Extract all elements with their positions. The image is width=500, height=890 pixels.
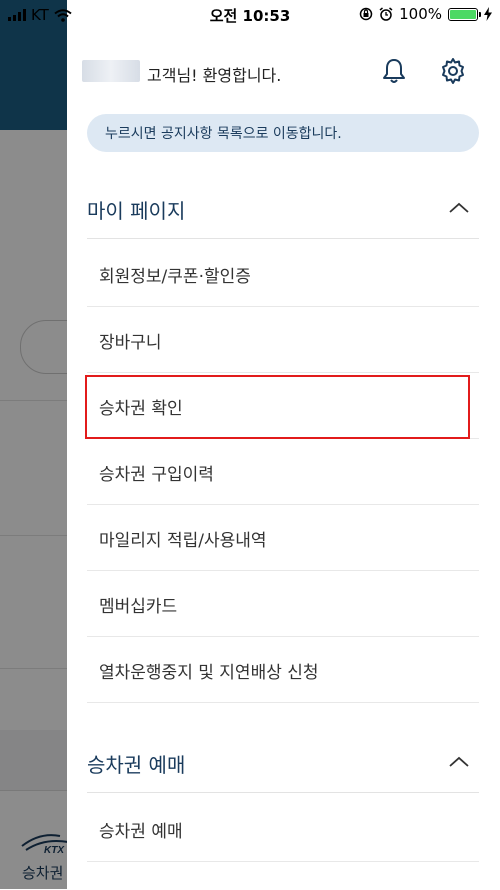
- menu-item-delay-compensation[interactable]: 열차운행중지 및 지연배상 신청: [87, 637, 479, 703]
- menu-item-label: 승차권 예매: [99, 822, 183, 842]
- settings-button[interactable]: [436, 54, 470, 88]
- menu-item-ticket-booking[interactable]: 승차권 예매: [87, 796, 479, 862]
- highlight-box: [85, 375, 470, 439]
- alarm-icon: [379, 7, 393, 21]
- welcome-text: 고객님! 환영합니다.: [147, 66, 282, 85]
- notice-banner[interactable]: 누르시면 공지사항 목록으로 이동합니다.: [87, 114, 479, 152]
- drawer-header: 고객님! 환영합니다.: [67, 38, 500, 98]
- chevron-up-icon: [449, 756, 469, 767]
- section-title: 승차권 예매: [87, 753, 186, 777]
- user-name-blurred: [82, 60, 140, 82]
- menu-item-membership-card[interactable]: 멤버십카드: [87, 571, 479, 637]
- notification-button[interactable]: [377, 54, 411, 88]
- menu-item-label: 멤버십카드: [99, 597, 178, 617]
- chevron-up-icon: [449, 202, 469, 213]
- menu-item-label: 회원정보/쿠폰·할인증: [99, 267, 251, 287]
- menu-item-label: 승차권 구입이력: [99, 465, 214, 485]
- charging-icon: [484, 7, 492, 21]
- menu-item-mileage[interactable]: 마일리지 적립/사용내역: [87, 505, 479, 571]
- side-drawer: 고객님! 환영합니다. 누르시면 공지사항 목록으로 이동합니다. 마이 페이지…: [67, 0, 500, 889]
- gear-icon: [442, 58, 464, 84]
- menu-item-label: 열차운행중지 및 지연배상 신청: [99, 663, 319, 683]
- menu-item-label: 장바구니: [99, 333, 162, 353]
- status-bar: KT 오전 10:53 100%: [0, 0, 500, 30]
- section-title: 마이 페이지: [87, 199, 186, 223]
- rotation-lock-icon: [359, 7, 373, 21]
- menu-item-purchase-history[interactable]: 승차권 구입이력: [87, 439, 479, 505]
- bell-icon: [383, 59, 405, 83]
- battery-icon: [448, 7, 481, 21]
- menu-item-label: 마일리지 적립/사용내역: [99, 531, 267, 551]
- section-header-ticket-booking[interactable]: 승차권 예매: [87, 732, 479, 793]
- menu-item-cart[interactable]: 장바구니: [87, 307, 479, 373]
- section-header-my-page[interactable]: 마이 페이지: [87, 178, 479, 239]
- battery-percent: 100%: [399, 5, 442, 23]
- menu-item-member-info[interactable]: 회원정보/쿠폰·할인증: [87, 241, 479, 307]
